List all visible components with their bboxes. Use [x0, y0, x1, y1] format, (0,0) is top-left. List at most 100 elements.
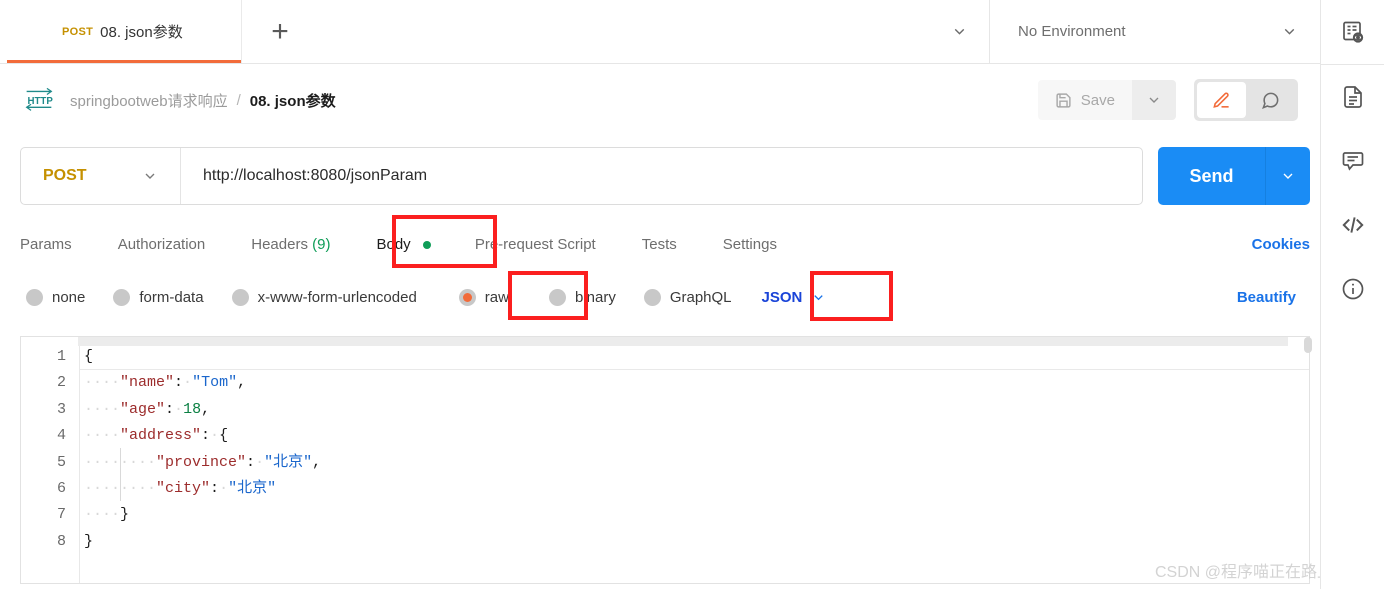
- send-button-group: Send: [1158, 147, 1310, 205]
- tabs-overflow-chevron-down-icon[interactable]: [930, 0, 990, 63]
- active-tab-underline: [7, 60, 241, 63]
- tab-pre-request-script[interactable]: Pre-request Script: [475, 236, 596, 253]
- json-format-chevron-down-icon: [811, 290, 826, 305]
- code-snippet-icon[interactable]: [1321, 193, 1384, 257]
- code-line-4: ····"address":·{: [84, 427, 229, 445]
- watermark: CSDN @程序喵正在路上: [1155, 564, 1334, 581]
- line-number: 3: [56, 400, 66, 418]
- svg-text:HTTP: HTTP: [28, 96, 54, 107]
- body-type-urlencoded-label: x-www-form-urlencoded: [257, 288, 417, 306]
- body-type-binary[interactable]: binary: [548, 288, 616, 306]
- env-quick-look-icon[interactable]: [1321, 0, 1384, 64]
- breadcrumb-separator: /: [236, 91, 241, 109]
- line-number: 2: [56, 374, 66, 392]
- tab-headers[interactable]: Headers (9): [251, 236, 330, 253]
- json-format-select[interactable]: JSON: [762, 289, 827, 306]
- indent-guide: [120, 448, 121, 501]
- radio-selected-icon: [458, 288, 476, 306]
- breadcrumb-current: 08. json参数: [249, 92, 336, 110]
- body-type-urlencoded[interactable]: x-www-form-urlencoded: [231, 288, 417, 306]
- tab-params[interactable]: Params: [20, 236, 72, 253]
- info-icon[interactable]: [1321, 257, 1384, 321]
- send-button[interactable]: Send: [1158, 147, 1265, 205]
- code-line-1: {: [80, 344, 1309, 371]
- tab-title-label: 08. json参数: [100, 24, 183, 41]
- line-number: 4: [56, 427, 66, 445]
- body-type-row: none form-data x-www-form-urlencoded raw…: [26, 279, 1310, 315]
- save-button-group: Save: [1037, 80, 1176, 120]
- pencil-icon[interactable]: [1197, 82, 1246, 118]
- environment-selector[interactable]: No Environment: [990, 0, 1320, 63]
- new-tab-button[interactable]: +: [242, 0, 318, 63]
- tab-authorization[interactable]: Authorization: [118, 236, 206, 253]
- http-icon: HTTP: [24, 87, 54, 113]
- postman-window: POST 08. json参数 + No Environment HTTP sp…: [0, 0, 1384, 589]
- line-number: 6: [56, 479, 66, 497]
- body-type-form-data[interactable]: form-data: [113, 288, 204, 306]
- body-type-raw-label: raw: [484, 288, 509, 306]
- url-row: POST http://localhost:8080/jsonParam Sen…: [20, 145, 1310, 207]
- line-number: 8: [56, 532, 66, 550]
- tab-settings[interactable]: Settings: [723, 236, 777, 253]
- code-line-8: }: [84, 532, 94, 550]
- send-options-chevron-down-icon[interactable]: [1265, 147, 1310, 205]
- code-line-5: ········"province":·"北京",: [84, 453, 322, 471]
- floppy-disk-icon: [1055, 92, 1072, 109]
- breadcrumb-parent[interactable]: springbootweb请求响应: [70, 90, 228, 111]
- url-input[interactable]: http://localhost:8080/jsonParam: [181, 167, 1142, 185]
- line-number: 5: [56, 453, 66, 471]
- view-mode-toggle-group: [1194, 79, 1298, 121]
- radio-icon: [26, 288, 43, 306]
- comment-icon[interactable]: [1246, 82, 1295, 118]
- tab-body-label: Body: [376, 235, 411, 253]
- tab-strip: POST 08. json参数 + No Environment: [0, 0, 1320, 64]
- http-method-label: POST: [43, 167, 87, 184]
- editor-top-scroll-thumb[interactable]: [78, 337, 1288, 346]
- code-line-3: ····"age":·18,: [84, 400, 211, 418]
- body-modified-dot: [422, 240, 431, 249]
- environment-name: No Environment: [1018, 23, 1126, 40]
- json-format-label: JSON: [761, 288, 803, 306]
- body-type-graphql[interactable]: GraphQL: [643, 288, 732, 306]
- request-tab-json-param[interactable]: POST 08. json参数: [0, 0, 242, 63]
- tab-headers-count: (9): [312, 235, 331, 253]
- tab-strip-spacer: [318, 0, 930, 63]
- editor-top-scroll-track[interactable]: [78, 337, 1288, 346]
- save-button[interactable]: Save: [1037, 80, 1132, 120]
- editor-line-numbers: 1 2 3 4 5 6 7 8: [21, 337, 79, 583]
- body-type-none-label: none: [52, 288, 86, 306]
- body-type-binary-label: binary: [574, 288, 616, 306]
- url-input-group: POST http://localhost:8080/jsonParam: [20, 147, 1143, 205]
- code-line-2: ····"name":·"Tom",: [84, 374, 247, 392]
- radio-icon: [643, 288, 661, 306]
- body-type-graphql-label: GraphQL: [669, 288, 732, 306]
- raw-body-editor[interactable]: 1 2 3 4 5 6 7 8 { ····"name":·"Tom", ···…: [20, 336, 1310, 584]
- tab-tests[interactable]: Tests: [642, 236, 677, 253]
- tab-body[interactable]: Body: [376, 235, 431, 253]
- code-line-7: ····}: [84, 506, 130, 524]
- body-type-none[interactable]: none: [26, 288, 86, 306]
- body-type-raw[interactable]: raw: [458, 288, 509, 306]
- code-line-6: ········"city":·"北京": [84, 479, 277, 497]
- method-chevron-down-icon: [142, 168, 158, 184]
- radio-icon: [231, 288, 249, 306]
- editor-vertical-scroll-thumb[interactable]: [1304, 337, 1312, 353]
- beautify-link[interactable]: Beautify: [1237, 289, 1296, 306]
- tab-headers-label: Headers: [251, 235, 308, 253]
- radio-icon: [548, 288, 566, 306]
- documentation-icon[interactable]: [1321, 65, 1384, 129]
- editor-vertical-scrollbar[interactable]: [1304, 337, 1312, 583]
- save-options-chevron-down-icon[interactable]: [1132, 80, 1176, 120]
- http-method-select[interactable]: POST: [21, 148, 181, 204]
- save-button-label: Save: [1080, 91, 1115, 109]
- request-section-tabs: Params Authorization Headers (9) Body Pr…: [20, 224, 1310, 264]
- body-type-form-data-label: form-data: [139, 288, 204, 306]
- breadcrumb-row: HTTP springbootweb请求响应 / 08. json参数 Save: [0, 64, 1320, 136]
- editor-code-area[interactable]: { ····"name":·"Tom", ····"age":·18, ····…: [79, 337, 1309, 583]
- line-number: 7: [56, 506, 66, 524]
- cookies-link[interactable]: Cookies: [1252, 236, 1310, 253]
- radio-icon: [113, 288, 131, 306]
- tab-method-label: POST: [62, 25, 94, 38]
- environment-chevron-down-icon: [1281, 23, 1298, 40]
- comment-icon[interactable]: [1321, 129, 1384, 193]
